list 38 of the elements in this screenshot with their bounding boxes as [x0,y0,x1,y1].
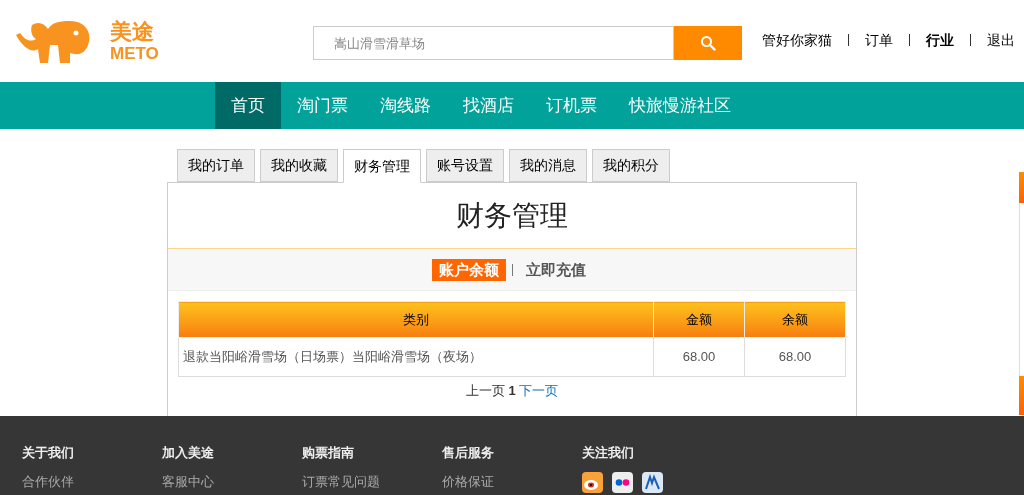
tab[interactable]: 财务管理 [343,149,421,183]
panel-title: 财务管理 [456,198,568,233]
table-cell: 68.00 [653,337,745,377]
tab[interactable]: 我的消息 [509,149,587,182]
footer-heading: 关注我们 [582,444,635,462]
header-link[interactable]: 管好你家猫 [762,34,832,46]
footer-heading: 售后服务 [442,444,495,462]
header-link[interactable]: 订单 [848,34,893,46]
tab[interactable]: 我的收藏 [260,149,338,182]
current-page: 1 [508,382,516,400]
subtab[interactable]: 立即充值 [518,258,593,281]
tab[interactable]: 账号设置 [426,149,504,182]
logo-subtext: METO [110,44,159,62]
search-field[interactable]: 嵩山滑雪滑草场 [313,26,674,60]
footer-link[interactable]: 合作伙伴 [22,471,162,491]
people-logo-icon[interactable] [642,471,663,493]
next-page-link[interactable]: 下一页 [518,381,558,401]
footer-link[interactable]: 订票常见问题 [302,471,442,491]
footer-heading: 加入美途 [162,444,215,462]
header-link[interactable]: 行业 [909,34,954,46]
footer-link[interactable]: 价格保证 [442,471,582,491]
prev-page-link[interactable]: 上一页 [466,381,506,401]
table-cell: 68.00 [744,337,846,377]
column-header: 金额 [653,301,745,338]
footer-heading: 购票指南 [302,444,355,462]
header-link[interactable]: 退出 [970,34,1015,46]
table-cell: 退款当阳峪滑雪场（日场票）当阳峪滑雪场（夜场） [178,337,654,377]
column-header: 类别 [178,301,654,338]
logo-text: 美途 [110,20,155,43]
tab[interactable]: 我的订单 [177,149,255,182]
tab[interactable]: 我的积分 [592,149,670,182]
two-dots-icon[interactable] [612,471,633,493]
nav-item[interactable]: 首页 [215,82,281,129]
search-icon [700,35,716,51]
eye-logo-icon[interactable] [582,471,603,493]
footer-heading: 关于我们 [22,444,75,462]
footer-link[interactable]: 客服中心 [162,471,302,491]
column-header: 余额 [744,301,846,338]
